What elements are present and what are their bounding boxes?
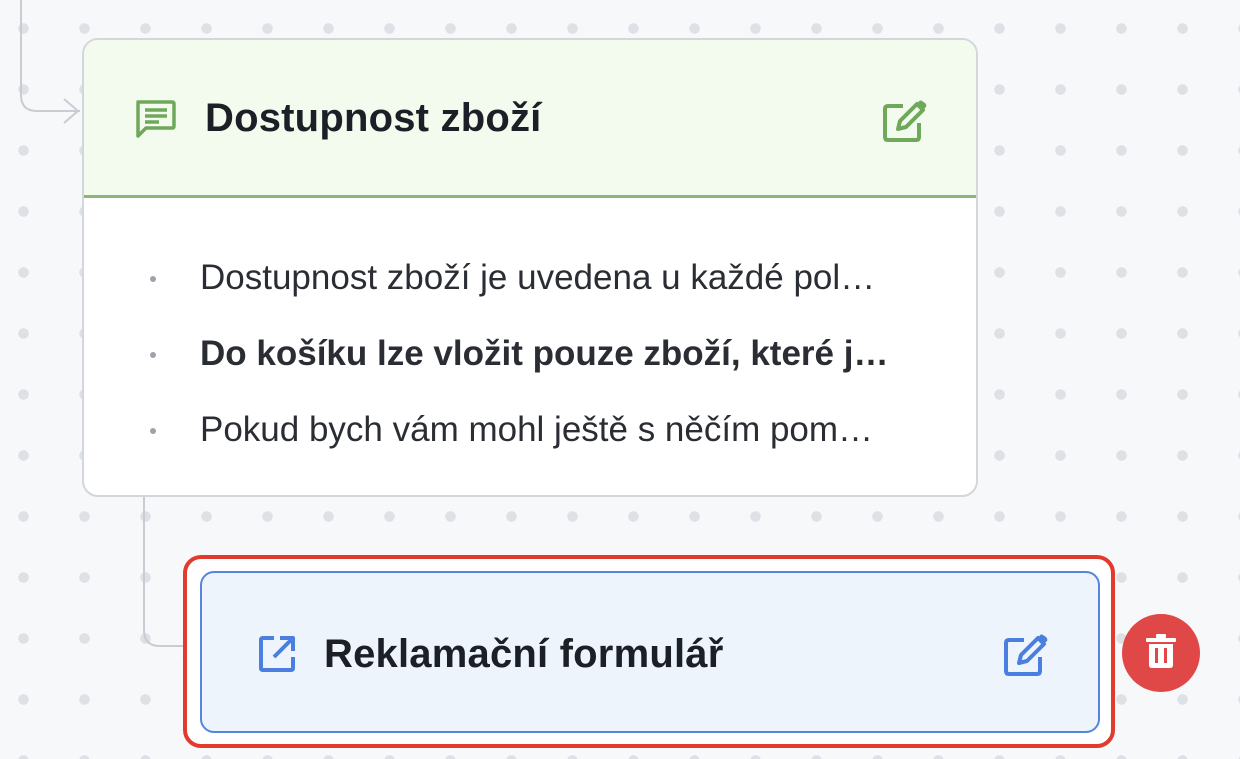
message-node[interactable]: Dostupnost zboží Dostupnost zboží je uve… bbox=[82, 38, 978, 497]
list-item-text: Pokud bych vám mohl ještě s něčím pom… bbox=[200, 410, 874, 449]
list-item-text: Do košíku lze vložit pouze zboží, které … bbox=[200, 334, 889, 373]
redirect-node-title: Reklamační formulář bbox=[324, 632, 724, 676]
list-item: Pokud bych vám mohl ještě s něčím pom… bbox=[84, 392, 976, 468]
external-link-icon bbox=[258, 635, 296, 678]
message-node-title: Dostupnost zboží bbox=[205, 96, 542, 140]
list-item: Do košíku lze vložit pouze zboží, které … bbox=[84, 316, 976, 392]
list-item: Dostupnost zboží je uvedena u každé pol… bbox=[84, 240, 976, 316]
redirect-node[interactable]: Reklamační formulář bbox=[200, 571, 1100, 733]
bullet-dot bbox=[150, 352, 156, 358]
message-bullet-list: Dostupnost zboží je uvedena u každé pol…… bbox=[84, 240, 976, 468]
flow-canvas[interactable]: Dostupnost zboží Dostupnost zboží je uve… bbox=[0, 0, 1240, 759]
message-node-header[interactable]: Dostupnost zboží bbox=[84, 40, 976, 198]
connector-line-top bbox=[20, 0, 80, 112]
bullet-dot bbox=[150, 428, 156, 434]
message-icon bbox=[134, 100, 176, 143]
delete-button[interactable] bbox=[1122, 614, 1200, 692]
bullet-dot bbox=[150, 276, 156, 282]
trash-icon bbox=[1145, 633, 1177, 674]
list-item-text: Dostupnost zboží je uvedena u každé pol… bbox=[200, 258, 876, 297]
edit-icon[interactable] bbox=[881, 99, 927, 150]
edit-icon[interactable] bbox=[1002, 633, 1048, 684]
arrow-head-top bbox=[63, 98, 80, 124]
